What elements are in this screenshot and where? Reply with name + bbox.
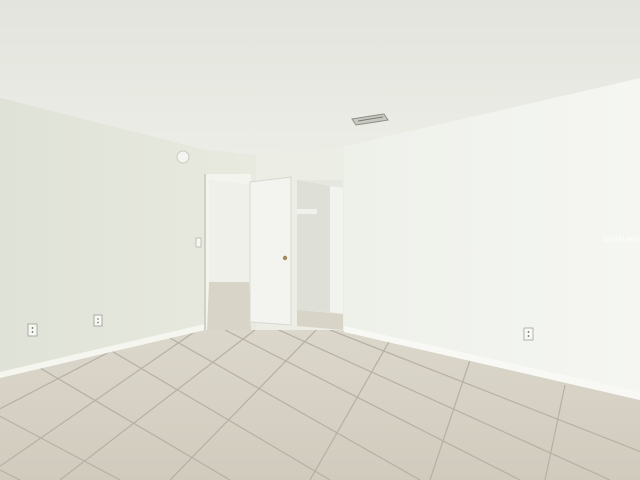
closet-shelf — [297, 209, 317, 214]
smoke-detector-icon — [176, 150, 190, 164]
watermark-text: SiteName — [602, 234, 640, 244]
closet — [297, 180, 343, 330]
room-photo — [0, 0, 640, 480]
outlet-icon — [93, 314, 103, 327]
outlet-icon — [27, 323, 38, 337]
outlet-icon — [523, 327, 534, 341]
doorway — [204, 174, 251, 330]
open-door — [249, 176, 292, 326]
light-switch-icon — [195, 237, 202, 248]
door-knob-icon — [282, 255, 288, 261]
